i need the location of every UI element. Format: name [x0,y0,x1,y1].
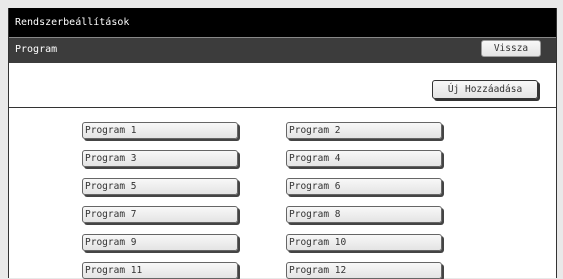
program-button-4[interactable]: Program 4 [286,150,442,167]
page-title: Rendszerbeállítások [15,17,130,28]
screen: Rendszerbeállítások Program Vissza Új Ho… [0,0,563,279]
program-button-2[interactable]: Program 2 [286,122,442,139]
program-button-10[interactable]: Program 10 [286,234,442,251]
settings-window: Rendszerbeállítások Program Vissza Új Ho… [8,8,557,279]
back-button[interactable]: Vissza [481,40,541,57]
program-button-1[interactable]: Program 1 [82,122,238,139]
program-button-8[interactable]: Program 8 [286,206,442,223]
program-button-11[interactable]: Program 11 [82,262,238,279]
program-button-7[interactable]: Program 7 [82,206,238,223]
program-button-3[interactable]: Program 3 [82,150,238,167]
sub-header-bar: Program [9,37,556,63]
title-bar: Rendszerbeállítások [9,8,556,37]
program-button-6[interactable]: Program 6 [286,178,442,195]
add-new-button[interactable]: Új Hozzáadása [432,80,538,99]
program-button-5[interactable]: Program 5 [82,178,238,195]
program-button-9[interactable]: Program 9 [82,234,238,251]
section-title: Program [15,44,58,55]
divider [9,107,556,108]
program-button-12[interactable]: Program 12 [286,262,442,279]
